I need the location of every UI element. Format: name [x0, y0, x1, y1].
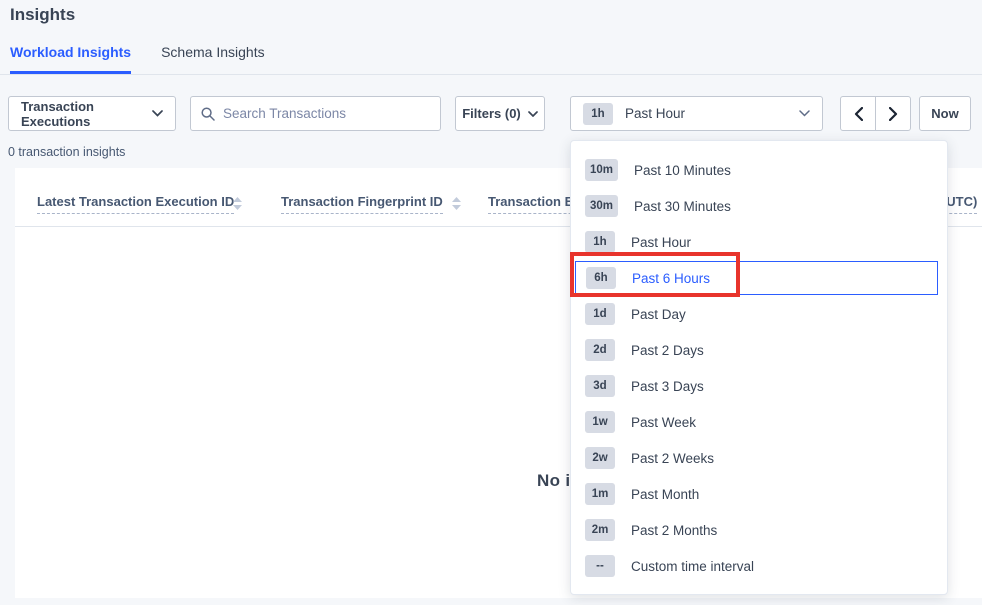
time-option-badge: 2m — [585, 519, 615, 541]
time-option-label: Past 3 Days — [631, 379, 704, 394]
insight-type-label: Transaction Executions — [21, 99, 152, 129]
insight-type-select[interactable]: Transaction Executions — [8, 96, 176, 131]
time-option-past-30-minutes[interactable]: 30m Past 30 Minutes — [571, 188, 947, 224]
time-option-badge: 1d — [585, 303, 615, 325]
search-input[interactable] — [223, 106, 430, 121]
time-option-label: Custom time interval — [631, 559, 754, 574]
time-option-past-month[interactable]: 1m Past Month — [571, 476, 947, 512]
time-option-past-week[interactable]: 1w Past Week — [571, 404, 947, 440]
time-interval-dropdown: 10m Past 10 Minutes 30m Past 30 Minutes … — [570, 140, 948, 595]
time-option-badge: 1h — [585, 231, 615, 253]
time-option-badge: 2w — [585, 447, 615, 469]
chevron-right-icon — [889, 107, 898, 121]
time-option-past-2-months[interactable]: 2m Past 2 Months — [571, 512, 947, 548]
chevron-down-icon — [528, 111, 538, 117]
time-option-label: Past Week — [631, 415, 696, 430]
tabs-divider — [0, 74, 982, 75]
time-option-badge: 1w — [585, 411, 615, 433]
chevron-left-icon — [854, 107, 863, 121]
time-option-past-10-minutes[interactable]: 10m Past 10 Minutes — [571, 152, 947, 188]
search-box[interactable] — [190, 96, 441, 131]
time-option-badge: 10m — [585, 159, 618, 181]
filters-button[interactable]: Filters (0) — [455, 96, 545, 131]
chevron-down-icon — [799, 110, 810, 117]
time-option-label: Past Hour — [631, 235, 691, 250]
time-option-label: Past 10 Minutes — [634, 163, 731, 178]
time-option-badge: 3d — [585, 375, 615, 397]
time-interval-badge: 1h — [583, 103, 613, 125]
column-header-transaction-fingerprint-id[interactable]: Transaction Fingerprint ID — [281, 194, 443, 214]
chevron-down-icon — [152, 110, 163, 117]
time-option-past-6-hours[interactable]: 6h Past 6 Hours — [575, 261, 938, 295]
time-option-label: Past 2 Weeks — [631, 451, 714, 466]
time-option-past-2-days[interactable]: 2d Past 2 Days — [571, 332, 947, 368]
time-option-badge: 30m — [585, 195, 618, 217]
sort-icon[interactable] — [452, 197, 461, 210]
time-option-label: Past 30 Minutes — [634, 199, 731, 214]
time-option-label: Past Month — [631, 487, 699, 502]
column-header-latest-transaction-execution-id[interactable]: Latest Transaction Execution ID — [37, 194, 234, 214]
time-option-label: Past Day — [631, 307, 686, 322]
time-option-label: Past 2 Months — [631, 523, 717, 538]
time-interval-label: Past Hour — [625, 106, 685, 121]
tab-schema-insights[interactable]: Schema Insights — [161, 44, 265, 74]
time-option-past-day[interactable]: 1d Past Day — [571, 296, 947, 332]
time-option-badge: 6h — [586, 267, 616, 289]
time-option-label: Past 6 Hours — [632, 271, 710, 286]
previous-interval-button[interactable] — [840, 96, 876, 131]
insights-page: Insights Workload Insights Schema Insigh… — [0, 0, 982, 605]
time-option-badge: 2d — [585, 339, 615, 361]
tab-workload-insights[interactable]: Workload Insights — [10, 44, 131, 74]
time-option-badge: -- — [585, 555, 615, 577]
sort-icon[interactable] — [233, 197, 242, 210]
tab-bar: Workload Insights Schema Insights — [10, 44, 265, 74]
now-button[interactable]: Now — [919, 96, 971, 131]
filters-label: Filters (0) — [462, 106, 521, 121]
search-icon — [201, 107, 215, 121]
insights-count: 0 transaction insights — [8, 145, 125, 159]
time-option-past-hour[interactable]: 1h Past Hour — [571, 224, 947, 260]
time-option-badge: 1m — [585, 483, 615, 505]
time-option-past-3-days[interactable]: 3d Past 3 Days — [571, 368, 947, 404]
time-option-custom-interval[interactable]: -- Custom time interval — [571, 548, 947, 584]
time-option-past-2-weeks[interactable]: 2w Past 2 Weeks — [571, 440, 947, 476]
time-option-label: Past 2 Days — [631, 343, 704, 358]
next-interval-button[interactable] — [875, 96, 911, 131]
now-label: Now — [931, 106, 958, 121]
time-interval-select[interactable]: 1h Past Hour — [570, 96, 823, 131]
page-title: Insights — [10, 5, 75, 25]
